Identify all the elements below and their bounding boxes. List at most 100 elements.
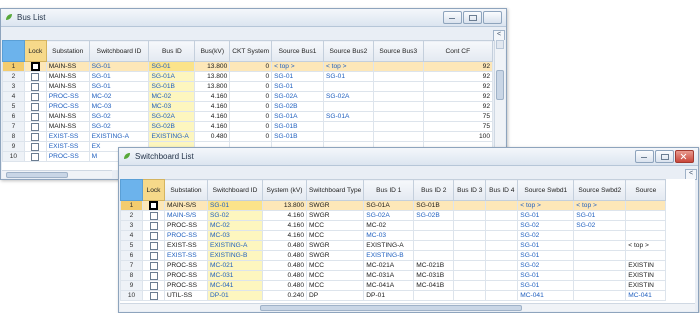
bus-horizontal-scrollbar[interactable]	[2, 170, 112, 178]
scroll-thumb[interactable]	[496, 70, 504, 100]
ckt-system-cell[interactable]: 0	[229, 91, 273, 103]
switchboard-type-cell[interactable]: MCC	[305, 230, 365, 242]
system-kv-cell[interactable]: 4.160	[262, 220, 307, 232]
source-bus2-cell[interactable]	[322, 121, 374, 133]
source-bus3-cell[interactable]	[372, 121, 424, 133]
source-swbd1-header[interactable]: Source Swbd1	[517, 179, 575, 201]
maximize-button[interactable]	[655, 150, 674, 163]
table-row[interactable]: 8 PROC-SS MC-031 0.480 MCC MC-031A MC-031B SG-0…	[120, 270, 667, 282]
row-number[interactable]: 2	[120, 210, 143, 222]
source-swbd2-cell[interactable]	[573, 270, 627, 282]
substation-cell[interactable]: PROC-SS	[164, 280, 208, 292]
lock-checkbox[interactable]	[149, 201, 158, 210]
bus-id-2-cell[interactable]	[413, 230, 455, 242]
row-number[interactable]: 9	[2, 141, 25, 153]
source-bus1-cell[interactable]: SG-01	[271, 71, 324, 83]
source-swbd2-cell[interactable]	[573, 260, 627, 272]
switchboard-id-cell[interactable]: MC-03	[88, 101, 150, 113]
lock-cell[interactable]	[23, 131, 47, 143]
lock-cell[interactable]	[142, 260, 165, 272]
lock-cell[interactable]	[142, 240, 165, 252]
source-bus2-header[interactable]: Source Bus2	[322, 40, 374, 62]
source-swbd1-cell[interactable]: SG-01	[517, 250, 575, 262]
switchboard-id-cell[interactable]: EXISTING-A	[88, 131, 150, 143]
row-number[interactable]: 3	[120, 220, 143, 232]
source-bus1-cell[interactable]: SG-01	[271, 81, 324, 93]
row-number[interactable]: 7	[120, 260, 143, 272]
row-number[interactable]: 9	[120, 280, 143, 292]
lock-checkbox[interactable]	[31, 102, 40, 111]
lock-checkbox[interactable]	[31, 142, 40, 151]
lock-cell[interactable]	[23, 71, 47, 83]
system-kv-cell[interactable]: 0.480	[262, 260, 307, 272]
source-cell[interactable]	[625, 220, 667, 232]
switchboard-type-cell[interactable]: MCC	[305, 270, 365, 282]
ckt-system-cell[interactable]: 0	[229, 111, 273, 123]
bus-id-2-cell[interactable]	[413, 220, 455, 232]
switchboard-id-cell[interactable]: SG-02	[88, 121, 150, 133]
substation-header[interactable]: Substation	[45, 40, 90, 62]
row-number[interactable]: 7	[2, 121, 25, 133]
lock-cell[interactable]	[142, 280, 165, 292]
substation-cell[interactable]: MAIN-SS	[45, 60, 90, 73]
source-swbd2-cell[interactable]	[573, 230, 627, 242]
cont-cf-cell[interactable]: 92	[422, 60, 493, 73]
ckt-system-cell[interactable]: 0	[229, 81, 273, 93]
bus-id-4-cell[interactable]	[485, 230, 519, 242]
row-number[interactable]: 5	[2, 101, 25, 113]
row-number[interactable]: 8	[2, 131, 25, 143]
bus-id-3-cell[interactable]	[453, 240, 487, 252]
bus-id-2-header[interactable]: Bus ID 2	[413, 179, 455, 201]
row-number[interactable]: 5	[120, 240, 143, 252]
lock-checkbox[interactable]	[149, 281, 158, 290]
close-button[interactable]	[675, 150, 694, 163]
source-swbd2-cell[interactable]	[573, 250, 627, 262]
system-kv-header[interactable]: System (kV)	[262, 179, 307, 201]
source-swbd2-cell[interactable]	[573, 290, 627, 302]
bus-kv-cell[interactable]: 4.160	[194, 121, 231, 133]
lock-cell[interactable]	[23, 91, 47, 103]
lock-cell[interactable]	[142, 250, 165, 262]
lock-checkbox[interactable]	[149, 261, 158, 270]
table-row[interactable]: 2 MAIN-SS SG-01 SG-01A 13.800 0 SG-01 SG-01 92	[2, 71, 493, 83]
switchboard-id-cell[interactable]: MC-021	[207, 260, 263, 272]
row-number[interactable]: 4	[2, 91, 25, 103]
hscroll-thumb[interactable]	[260, 305, 522, 311]
lock-checkbox[interactable]	[149, 251, 158, 260]
switchboard-type-cell[interactable]: SWGR	[305, 240, 365, 252]
switchboard-type-cell[interactable]: SWGR	[305, 210, 365, 222]
switchboard-type-header[interactable]: Switchboard Type	[305, 179, 365, 201]
table-row[interactable]: 8 EXIST-SS EXISTING-A EXISTING-A 0.480 0 SG-01…	[2, 131, 493, 143]
substation-cell[interactable]: EXIST-SS	[45, 131, 90, 143]
switchboard-type-cell[interactable]: MCC	[305, 220, 365, 232]
bus-id-3-header[interactable]: Bus ID 3	[453, 179, 487, 201]
bus-id-2-cell[interactable]: MC-041B	[413, 280, 455, 292]
bus-id-cell[interactable]: MC-03	[148, 101, 196, 113]
bus-id-4-header[interactable]: Bus ID 4	[485, 179, 519, 201]
bus-kv-cell[interactable]: 0.480	[194, 131, 231, 143]
lock-cell[interactable]	[23, 101, 47, 113]
table-row[interactable]: 6 EXIST-SS EXISTING-B 0.480 SWGR EXISTING-B SG…	[120, 250, 667, 262]
source-bus2-cell[interactable]	[322, 131, 374, 143]
bus-id-1-cell[interactable]: SG-02A	[363, 210, 415, 222]
bus-id-cell[interactable]: EXISTING-A	[148, 131, 196, 143]
minimize-button[interactable]	[443, 11, 462, 24]
switchboard-type-cell[interactable]: SWGR	[305, 250, 365, 262]
substation-cell[interactable]: MAIN-SS	[45, 121, 90, 133]
source-bus2-cell[interactable]: SG-01	[322, 71, 374, 83]
switchboard-id-cell[interactable]: EXISTING-B	[207, 250, 263, 262]
minimize-button[interactable]	[635, 150, 654, 163]
substation-cell[interactable]: PROC-SS	[164, 230, 208, 242]
source-cell[interactable]	[625, 199, 667, 212]
lock-checkbox[interactable]	[31, 122, 40, 131]
corner-header[interactable]	[120, 179, 143, 201]
bus-id-4-cell[interactable]	[485, 250, 519, 262]
row-number[interactable]: 6	[120, 250, 143, 262]
bus-id-1-cell[interactable]: EXISTING-B	[363, 250, 415, 262]
switchboard-id-cell[interactable]: MC-041	[207, 280, 263, 292]
bus-id-1-cell[interactable]: DP-01	[363, 290, 415, 302]
bus-id-cell[interactable]: SG-01A	[148, 71, 196, 83]
ckt-system-cell[interactable]: 0	[229, 71, 273, 83]
bus-id-1-header[interactable]: Bus ID 1	[363, 179, 415, 201]
bus-id-2-cell[interactable]: SG-01B	[413, 199, 455, 212]
